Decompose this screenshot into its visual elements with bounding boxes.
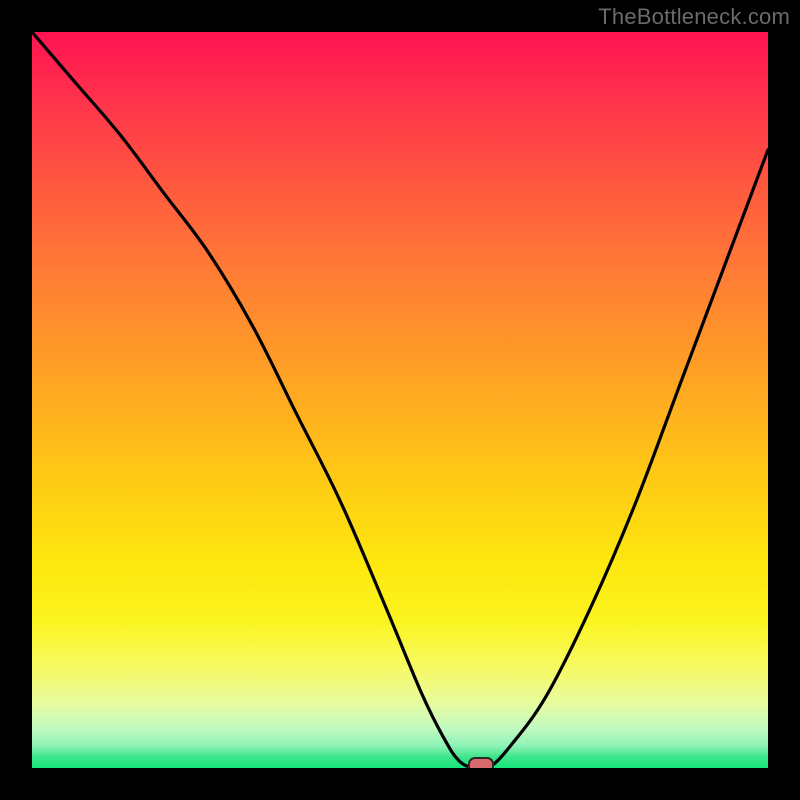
- watermark-text: TheBottleneck.com: [598, 4, 790, 30]
- chart-frame: TheBottleneck.com: [0, 0, 800, 800]
- optimum-marker: [468, 757, 494, 768]
- plot-area: [32, 32, 768, 768]
- bottleneck-curve: [32, 32, 768, 768]
